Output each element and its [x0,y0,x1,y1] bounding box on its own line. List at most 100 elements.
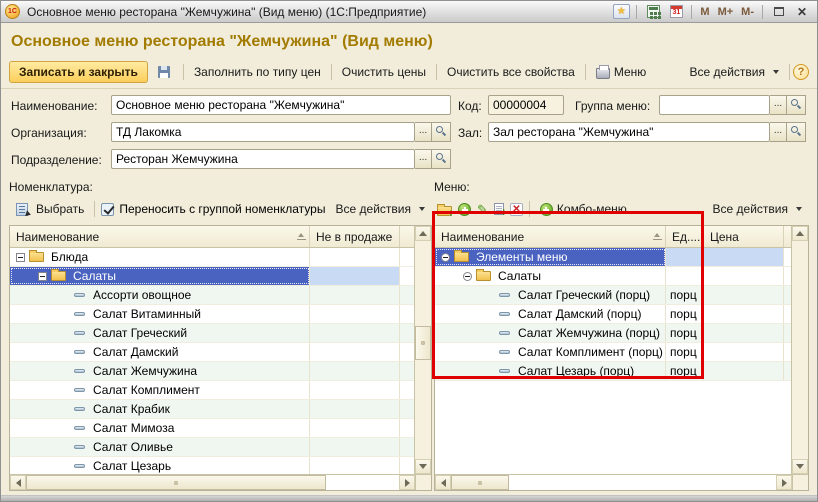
table-row[interactable]: Салаты [10,267,414,286]
scroll-left-button[interactable] [435,475,451,490]
calculator-button[interactable] [642,3,664,21]
add-icon [540,203,553,216]
table-row[interactable]: Салат Комплимент [10,381,414,400]
menu-group-field[interactable]: ... [659,95,806,115]
table-row[interactable]: Салат Дамский [10,343,414,362]
add-icon[interactable] [458,203,471,216]
collapse-toggle-icon[interactable] [441,253,450,262]
table-row[interactable]: Салат Витаминный [10,305,414,324]
table-row[interactable]: Салат Мимоза [10,419,414,438]
department-field[interactable]: Ресторан Жемчужина ... [111,149,451,169]
nomenclature-table: Наименование Не в продаже БлюдаСалатыАсс… [9,225,432,491]
row-label: Салат Комплимент [90,381,203,399]
table-row[interactable]: Салат Цезарь (порц)порц [435,362,791,381]
row-label: Салат Дамский (порц) [515,305,644,323]
table-row[interactable]: Ассорти овощное [10,286,414,305]
transfer-with-group-checkbox[interactable] [101,203,114,216]
column-header-price[interactable]: Цена [704,226,784,247]
save-and-close-button[interactable]: Записать и закрыть [9,61,148,83]
horizontal-scrollbar[interactable] [10,474,415,490]
scroll-down-button[interactable] [792,459,808,474]
all-actions-button[interactable]: Все действия [683,62,786,82]
table-row[interactable]: Салат Крабик [10,400,414,419]
copy-icon[interactable] [494,203,504,215]
calendar-button[interactable] [665,3,687,21]
scroll-up-button[interactable] [792,226,808,241]
hall-field[interactable]: Зал ресторана "Жемчужина" ... [488,122,806,142]
table-row[interactable]: Салат Цезарь [10,457,414,474]
all-actions-button[interactable]: Все действия [329,199,432,219]
table-row[interactable]: Салат Дамский (порц)порц [435,305,791,324]
sort-icon [297,233,306,241]
close-button[interactable]: ✕ [791,3,813,21]
collapse-toggle-icon[interactable] [38,272,47,281]
table-row[interactable]: Салат Жемчужина [10,362,414,381]
row-label: Салат Жемчужина (порц) [515,324,663,342]
lookup-button[interactable] [787,95,806,115]
scroll-left-button[interactable] [10,475,26,490]
add-group-folder-icon[interactable] [437,206,452,216]
select-dots-button[interactable]: ... [770,95,787,115]
nomenclature-toolbar: Выбрать Переносить с группой номенклатур… [9,197,432,221]
scrollbar-thumb[interactable] [451,475,509,490]
select-dots-button[interactable]: ... [415,122,432,142]
all-actions-button[interactable]: Все действия [706,199,809,219]
lookup-button[interactable] [432,122,451,142]
vertical-scrollbar[interactable] [414,226,431,474]
save-button[interactable] [148,63,180,81]
scroll-up-button[interactable] [415,226,431,241]
column-header-not-for-sale[interactable]: Не в продаже [310,226,400,247]
table-row[interactable]: Салат Оливье [10,438,414,457]
lookup-button[interactable] [432,149,451,169]
scrollbar-thumb[interactable] [26,475,326,490]
memory-button[interactable]: M [696,6,713,18]
calendar-icon [670,5,683,18]
organization-field[interactable]: ТД Лакомка ... [111,122,451,142]
lookup-button[interactable] [787,122,806,142]
item-icon [74,331,85,335]
name-field[interactable]: Основное меню ресторана "Жемчужина" [111,95,451,115]
combo-menu-button[interactable]: Комбо-меню [533,199,634,219]
table-row[interactable]: Салат Греческий [10,324,414,343]
scroll-right-button[interactable] [399,475,415,490]
clear-all-properties-button[interactable]: Очистить все свойства [440,62,582,82]
scroll-down-button[interactable] [415,459,431,474]
select-dots-button[interactable]: ... [770,122,787,142]
row-label: Салат Греческий (порц) [515,286,653,304]
transfer-with-group-label: Переносить с группой номенклатуры [119,202,325,216]
table-row[interactable]: Салат Греческий (порц)порц [435,286,791,305]
row-label: Салаты [70,267,119,285]
select-dots-button[interactable]: ... [415,149,432,169]
table-row[interactable]: Салат Жемчужина (порц)порц [435,324,791,343]
scrollbar-thumb[interactable] [415,326,431,360]
collapse-toggle-icon[interactable] [463,272,472,281]
clear-prices-button[interactable]: Очистить цены [335,62,433,82]
edit-pencil-icon[interactable]: ✎ [477,203,488,216]
table-row[interactable]: Салат Комплимент (порц)порц [435,343,791,362]
menu-print-button[interactable]: Меню [589,62,653,82]
table-row[interactable]: Салаты [435,267,791,286]
collapse-toggle-icon[interactable] [16,253,25,262]
horizontal-scrollbar[interactable] [435,474,792,490]
column-header-name[interactable]: Наименование [435,226,666,247]
table-row[interactable]: Элементы меню [435,248,791,267]
vertical-scrollbar[interactable] [791,226,808,474]
column-header-unit[interactable]: Ед.... [666,226,704,247]
column-header-name[interactable]: Наименование [10,226,310,247]
cell-not_for_sale [310,248,400,266]
memory-minus-button[interactable]: M- [737,6,758,18]
magnifier-icon [436,126,443,133]
select-button[interactable]: Выбрать [9,199,91,219]
row-label: Салат Витаминный [90,305,204,323]
maximize-button[interactable] [768,3,790,21]
scroll-right-button[interactable] [776,475,792,490]
magnifier-icon [436,153,443,160]
memory-plus-button[interactable]: M+ [714,6,738,18]
row-label: Ассорти овощное [90,286,194,304]
favorites-button[interactable]: ★ [610,3,632,21]
help-button[interactable]: ? [793,64,809,80]
cell-not_for_sale [310,305,400,323]
fill-by-price-type-button[interactable]: Заполнить по типу цен [187,62,328,82]
table-row[interactable]: Блюда [10,248,414,267]
delete-icon[interactable]: ✕ [510,203,523,216]
